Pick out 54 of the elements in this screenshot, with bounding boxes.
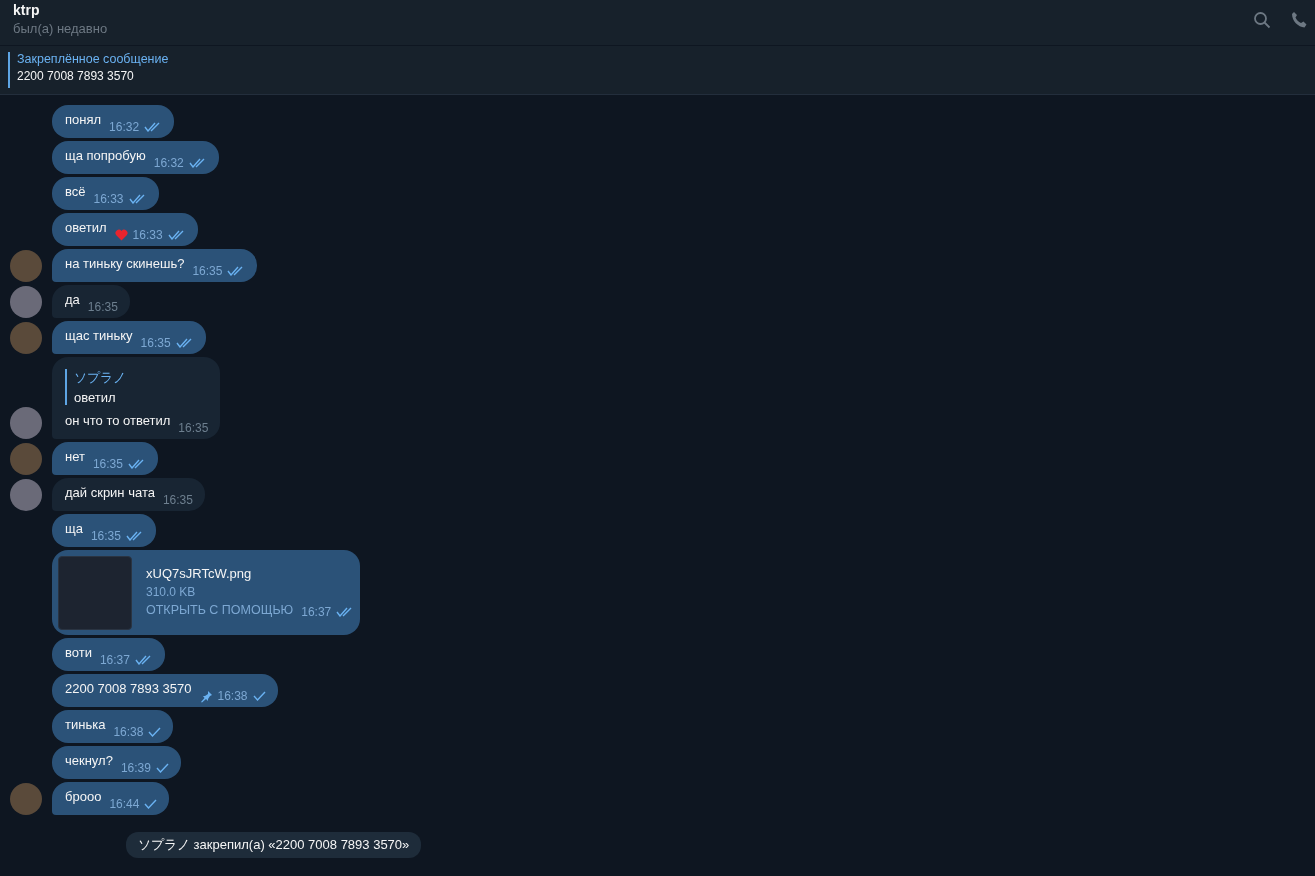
message-time: 16:32 — [109, 120, 140, 134]
message-time: 16:35 — [192, 264, 223, 278]
phone-icon[interactable] — [1291, 11, 1307, 29]
message-text: чекнул? — [65, 753, 113, 770]
reply-text: оветил — [74, 390, 117, 405]
message-time: 16:35 — [90, 529, 121, 543]
message-text: ща — [65, 521, 83, 538]
message-text: воти — [65, 645, 92, 662]
message-time: 16:37 — [301, 605, 332, 619]
avatar[interactable] — [10, 783, 42, 815]
pinned-label: Закреплённое сообщение — [17, 52, 169, 66]
avatar[interactable] — [10, 286, 42, 318]
chat-title: ktrp — [13, 2, 41, 18]
heart-icon[interactable] — [114, 229, 128, 241]
file-name: xUQ7sJRTcW.png — [146, 566, 253, 581]
message-text: всё — [65, 184, 86, 201]
pinned-text: 2200 7008 7893 3570 — [17, 69, 135, 83]
search-icon[interactable] — [1253, 11, 1271, 29]
message-text: ща попробую — [65, 148, 146, 165]
message-text: нет — [65, 449, 85, 466]
message-text: тинька — [65, 717, 106, 734]
avatar[interactable] — [10, 479, 42, 511]
message-text: он что то ответил — [65, 413, 171, 430]
message-time: 16:37 — [99, 653, 130, 667]
pinned-message-bar[interactable]: Закреплённое сообщение 2200 7008 7893 3570 — [0, 45, 1315, 95]
message-time: 16:35 — [92, 457, 123, 471]
chat-status: был(а) недавно — [13, 21, 108, 36]
message-time: 16:38 — [217, 689, 248, 703]
message-text: оветил — [65, 220, 107, 237]
message-time: 16:35 — [87, 300, 118, 314]
message-time: 16:44 — [109, 797, 140, 811]
message-text: на тиньку скинешь? — [65, 256, 185, 273]
message-text: щас тиньку — [65, 328, 133, 345]
message-text: брооо — [65, 789, 102, 806]
message-time: 16:33 — [132, 228, 163, 242]
avatar[interactable] — [10, 322, 42, 354]
service-message: ソプラノ закрепил(а) «2200 7008 7893 3570» — [126, 832, 422, 858]
message-time: 16:32 — [153, 156, 184, 170]
message-time: 16:39 — [120, 761, 151, 775]
message-text: да — [65, 292, 80, 309]
file-size: 310.0 KB — [146, 585, 197, 599]
message-text: понял — [65, 112, 102, 129]
message-time: 16:33 — [93, 192, 124, 206]
message-time: 16:35 — [140, 336, 171, 350]
avatar[interactable] — [10, 443, 42, 475]
message-time: 16:35 — [178, 421, 209, 435]
message-time: 16:38 — [113, 725, 144, 739]
message-text: дай скрин чата — [65, 485, 155, 502]
image-thumbnail[interactable] — [58, 556, 132, 630]
message-text: 2200 7008 7893 3570 — [65, 681, 192, 698]
message-time: 16:35 — [162, 493, 193, 507]
avatar[interactable] — [10, 250, 42, 282]
avatar[interactable] — [10, 407, 42, 439]
reply-author: ソプラノ — [74, 369, 127, 387]
